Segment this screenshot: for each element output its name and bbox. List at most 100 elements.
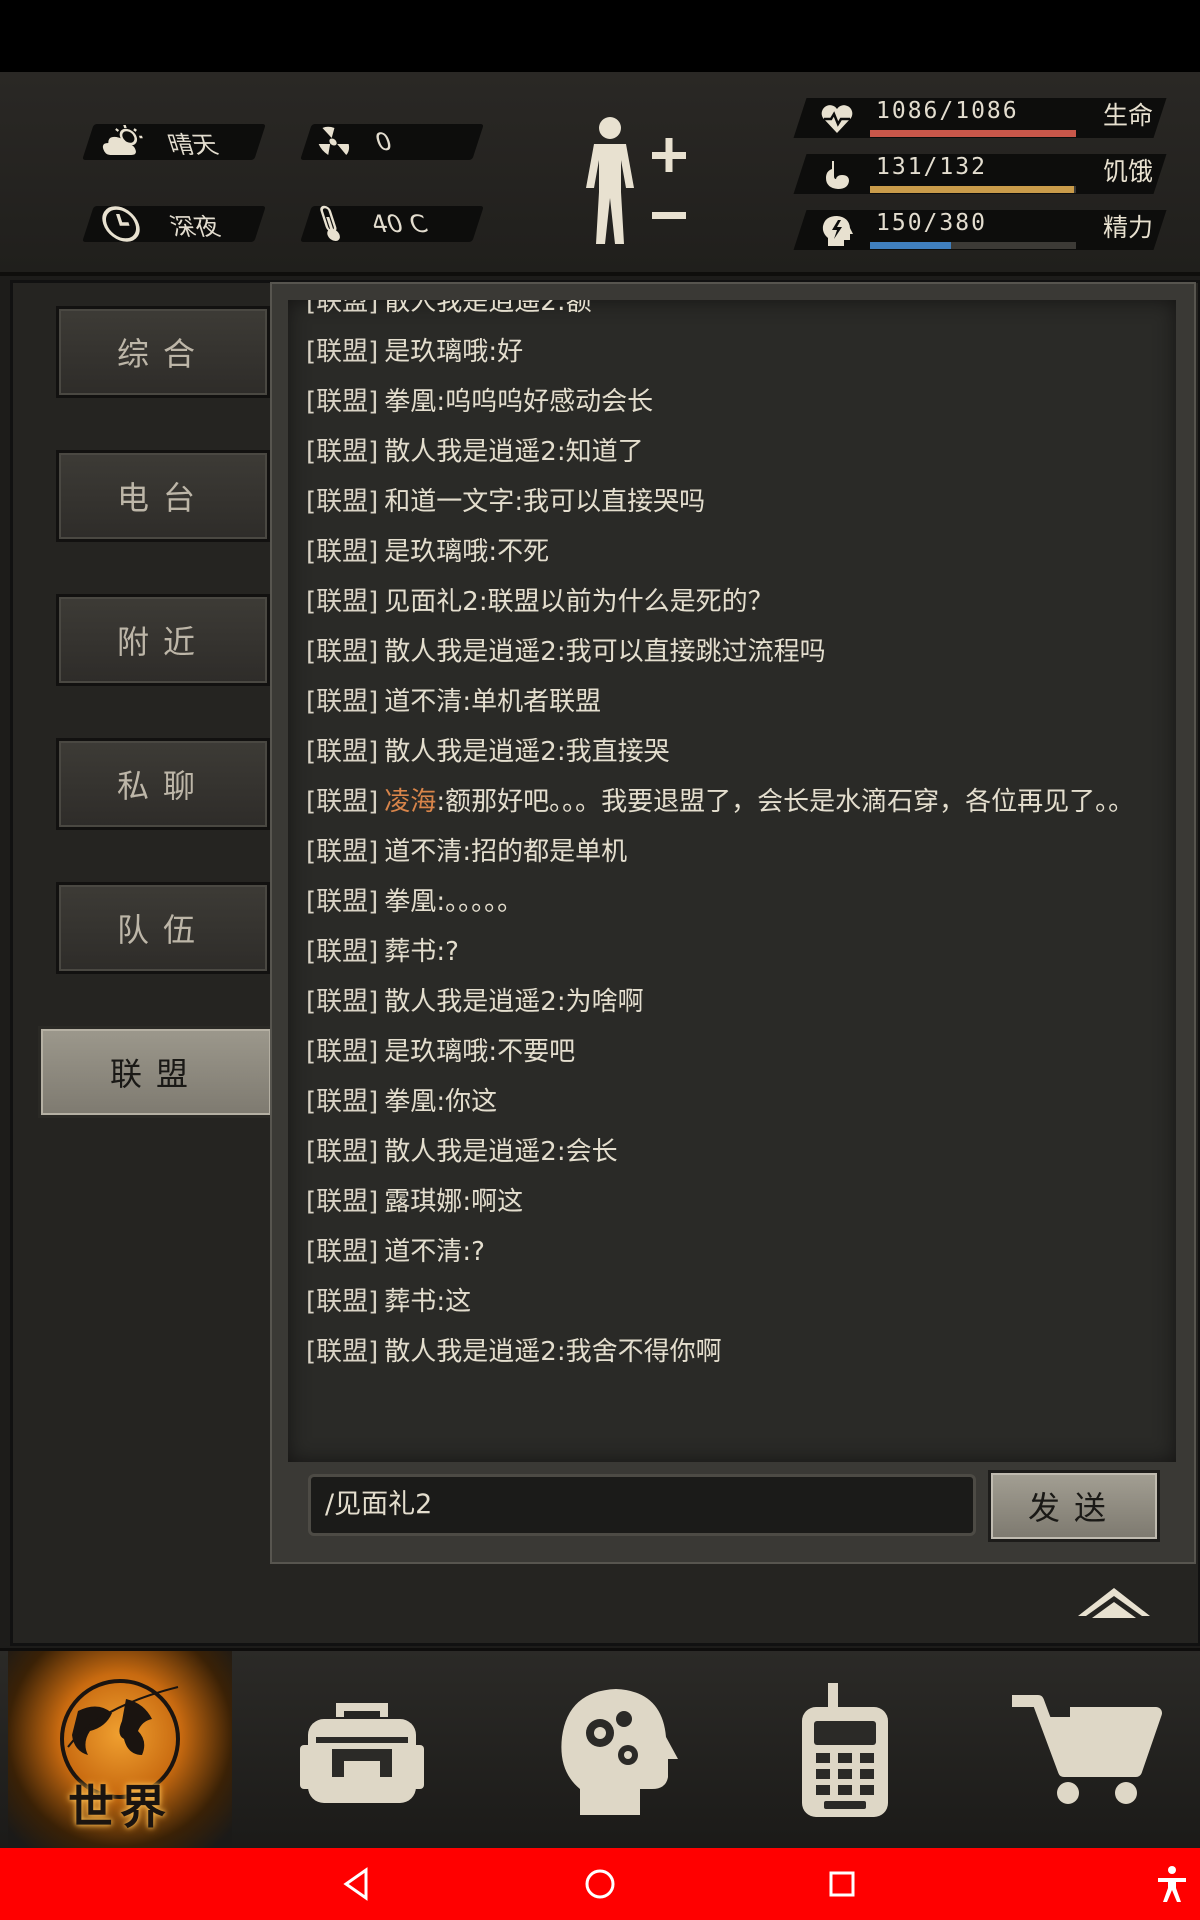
tab-radio[interactable]: 电台 <box>56 450 270 542</box>
tab-team[interactable]: 队伍 <box>56 882 270 974</box>
chat-message: [联盟] 散人我是逍遥2:我舍不得你啊 <box>306 1330 1166 1374</box>
attribute-button[interactable] <box>580 112 700 252</box>
message-text: 啊这 <box>471 1187 524 1217</box>
tab-alliance[interactable]: 联盟 <box>38 1026 274 1118</box>
sender-name[interactable]: 道不清 <box>384 837 462 867</box>
message-text: 我舍不得你啊 <box>565 1337 722 1367</box>
chat-area: [联盟] 散人我是逍遥2:额 [联盟] 是玖璃哦:好 [联盟] 拳凰:呜呜呜好感动会长 [联… <box>270 282 1196 1564</box>
radio-icon <box>802 1683 888 1817</box>
chat-message: [联盟] 和道一文字:我可以直接哭吗 <box>306 480 1166 524</box>
channel-tag: [联盟] <box>306 787 379 817</box>
channel-tag: [联盟] <box>306 837 379 867</box>
nav-world-label: 世界 <box>68 1780 172 1834</box>
chat-message: [联盟] 拳凰:呜呜呜好感动会长 <box>306 380 1166 424</box>
sender-name[interactable]: 散人我是逍遥2 <box>384 437 557 467</box>
sender-name[interactable]: 拳凰 <box>384 1087 436 1117</box>
message-list: [联盟] 散人我是逍遥2:额 [联盟] 是玖璃哦:好 [联盟] 拳凰:呜呜呜好感动会长 [联… <box>306 300 1166 1380</box>
sender-name[interactable]: 散人我是逍遥2 <box>384 1137 557 1167</box>
sender-name[interactable]: 见面礼2 <box>384 587 479 617</box>
sender-name[interactable]: 道不清 <box>384 687 462 717</box>
name-separator: : <box>462 1187 472 1217</box>
recents-square-icon <box>829 1871 855 1897</box>
chat-message: [联盟] 散人我是逍遥2:知道了 <box>306 430 1166 474</box>
chat-message: [联盟] 散人我是逍遥2:为啥啊 <box>306 980 1166 1024</box>
tab-private[interactable]: 私聊 <box>56 738 270 830</box>
sender-name[interactable]: 露琪娜 <box>384 1187 462 1217</box>
name-separator: : <box>462 687 472 717</box>
backpack-icon <box>300 1703 424 1803</box>
collapse-button[interactable] <box>1074 1578 1154 1622</box>
name-separator: : <box>488 1037 498 1067</box>
name-separator: : <box>488 337 498 367</box>
temperature-value: 40 C <box>367 210 432 238</box>
name-separator: : <box>436 887 446 917</box>
chevron-up-icon <box>1078 1588 1150 1618</box>
name-separator: : <box>556 1337 566 1367</box>
sender-name[interactable]: 葬书 <box>384 1287 436 1317</box>
system-nav-bar <box>0 1848 1200 1920</box>
home-button[interactable] <box>578 1862 622 1906</box>
nav-shop[interactable] <box>1008 1681 1162 1821</box>
name-separator: : <box>436 937 446 967</box>
tab-general[interactable]: 综合 <box>56 306 270 398</box>
nav-world[interactable]: 世界 <box>8 1651 232 1849</box>
sender-name[interactable]: 拳凰 <box>384 387 436 417</box>
nav-backpack[interactable] <box>292 1681 432 1821</box>
chat-message: [联盟] 是玖璃哦:不死 <box>306 530 1166 574</box>
message-text: 知道了 <box>565 437 644 467</box>
cart-icon <box>1012 1695 1162 1804</box>
health-label: 生命 <box>1103 101 1154 130</box>
name-separator: : <box>436 387 446 417</box>
sender-name[interactable]: 是玖璃哦 <box>384 1037 488 1067</box>
sender-name[interactable]: 散人我是逍遥2 <box>384 1337 557 1367</box>
sender-name[interactable]: 是玖璃哦 <box>384 337 488 367</box>
top-status-band <box>0 0 1200 72</box>
sender-name[interactable]: 散人我是逍遥2 <box>384 300 557 317</box>
chat-message: [联盟] 散人我是逍遥2:额 <box>306 300 1166 324</box>
chat-message: [联盟] 是玖璃哦:好 <box>306 330 1166 374</box>
sender-name[interactable]: 散人我是逍遥2 <box>384 637 557 667</box>
name-separator: : <box>436 787 446 817</box>
message-text: 我直接哭 <box>565 737 670 767</box>
name-separator: : <box>556 300 566 317</box>
sender-name[interactable]: 散人我是逍遥2 <box>384 987 557 1017</box>
health-bar-fill <box>870 130 1076 137</box>
chat-log[interactable]: [联盟] 散人我是逍遥2:额 [联盟] 是玖璃哦:好 [联盟] 拳凰:呜呜呜好感动会长 [联… <box>288 300 1176 1462</box>
chat-message: [联盟] 道不清:招的都是单机 <box>306 830 1166 874</box>
name-separator: : <box>488 537 498 567</box>
hunger-label: 饥饿 <box>1103 157 1154 186</box>
heart-pulse-icon <box>820 102 854 136</box>
sender-name[interactable]: 道不清 <box>384 1237 462 1267</box>
channel-tag: [联盟] <box>306 1037 379 1067</box>
nav-skills[interactable] <box>540 1681 680 1821</box>
message-text: 我可以直接哭吗 <box>523 487 706 517</box>
accessibility-icon <box>1158 1866 1186 1902</box>
back-button[interactable] <box>336 1862 380 1906</box>
tab-nearby[interactable]: 附近 <box>56 594 270 686</box>
recents-button[interactable] <box>820 1862 864 1906</box>
message-text: 会长 <box>565 1137 618 1167</box>
chat-message: [联盟] 见面礼2:联盟以前为什么是死的？ <box>306 580 1166 624</box>
channel-tag: [联盟] <box>306 1137 379 1167</box>
hunger-bar-fill <box>870 186 1075 193</box>
chat-message: [联盟] 道不清:? <box>306 1230 1166 1274</box>
sender-name[interactable]: 散人我是逍遥2 <box>384 737 557 767</box>
sender-name[interactable]: 凌海 <box>384 787 436 817</box>
energy-bar-fill <box>870 242 952 249</box>
channel-tag: [联盟] <box>306 637 379 667</box>
vital-health: 1086/1086 生命 <box>793 92 1180 142</box>
channel-tag: [联盟] <box>306 887 379 917</box>
accessibility-button[interactable] <box>1150 1862 1194 1906</box>
message-text: 为啥啊 <box>565 987 644 1017</box>
sender-name[interactable]: 葬书 <box>384 937 436 967</box>
sender-name[interactable]: 拳凰 <box>384 887 436 917</box>
back-triangle-icon <box>343 1867 368 1901</box>
name-separator: : <box>556 1137 566 1167</box>
sender-name[interactable]: 和道一文字 <box>384 487 514 517</box>
sender-name[interactable]: 是玖璃哦 <box>384 537 488 567</box>
message-text: 好 <box>497 337 524 367</box>
send-button[interactable]: 发送 <box>988 1470 1160 1542</box>
chat-input[interactable]: /见面礼2 <box>308 1474 976 1536</box>
name-separator: : <box>462 837 472 867</box>
nav-radio[interactable] <box>776 1681 916 1821</box>
